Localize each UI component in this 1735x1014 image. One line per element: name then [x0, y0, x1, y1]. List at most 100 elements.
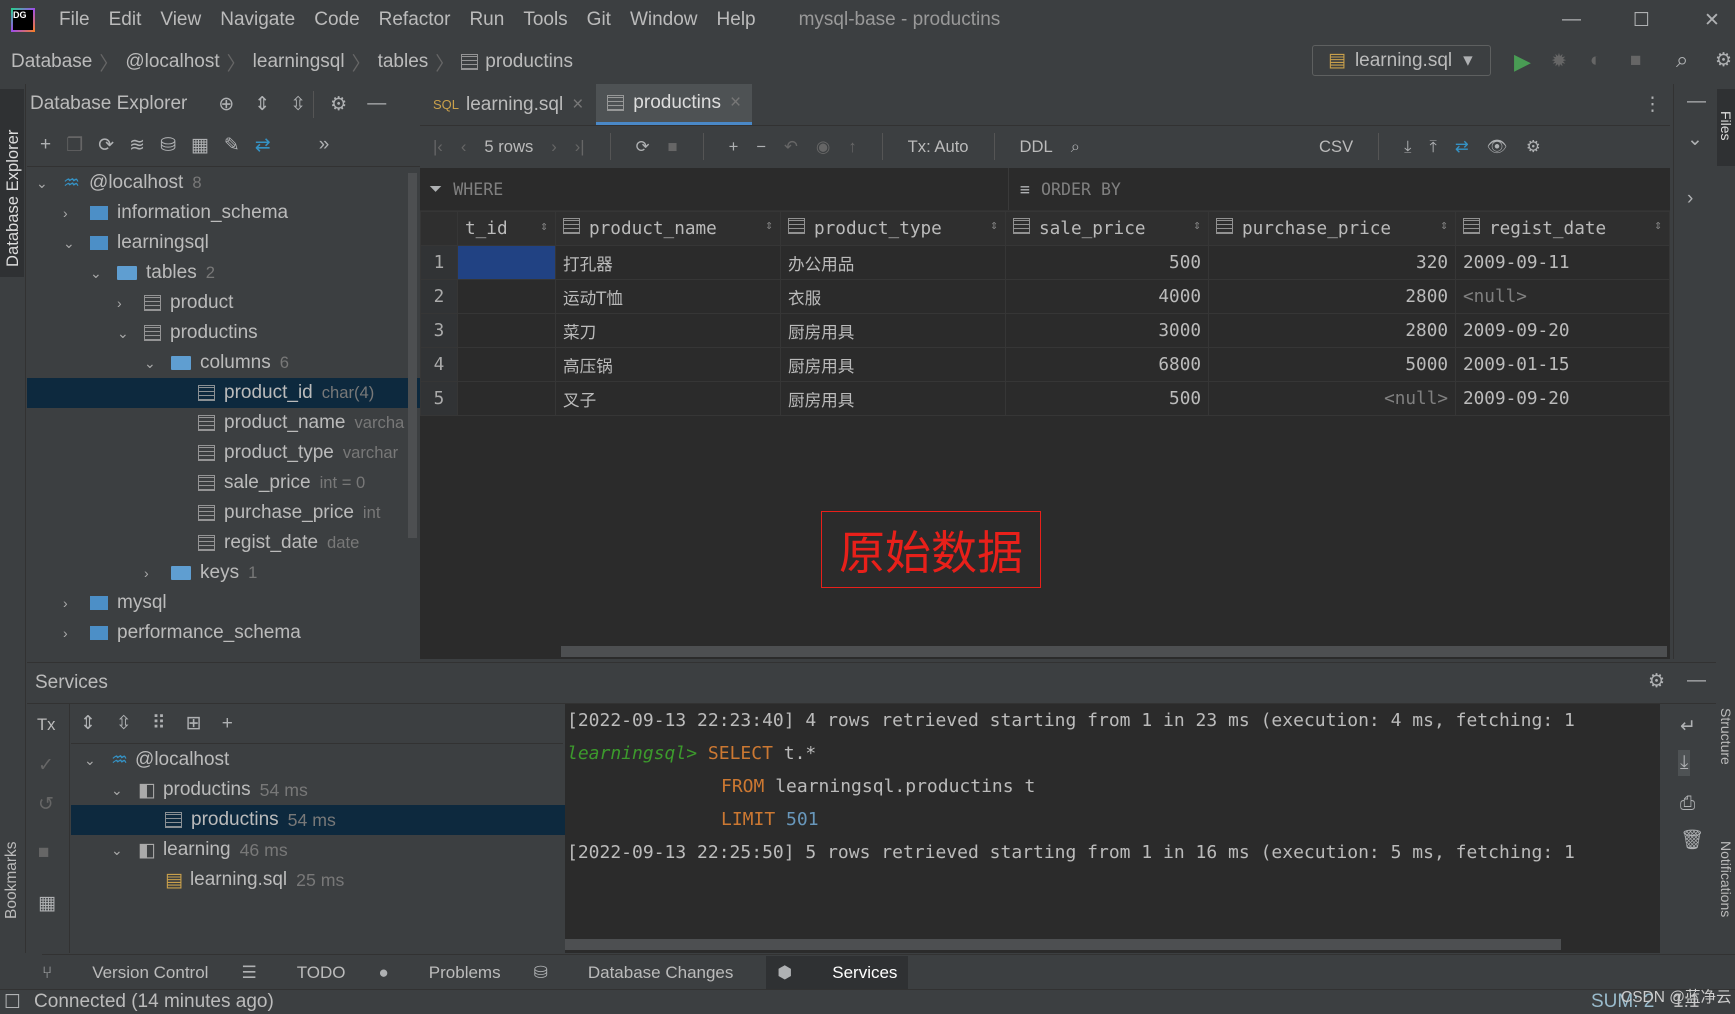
tree-node[interactable]: › information_schema [63, 198, 288, 228]
last-page-icon[interactable]: ›| [575, 137, 585, 157]
print-icon[interactable]: ⎙ [1680, 793, 1695, 815]
rollback-icon[interactable]: ↺ [38, 793, 54, 816]
tool-tab-database-changes[interactable]: ⛁ Database Changes [534, 963, 734, 983]
tree-node[interactable]: › performance_schema [63, 618, 301, 648]
data-source-properties-icon[interactable]: ≋ [129, 134, 145, 157]
search-icon[interactable]: ⌕ [1071, 137, 1080, 157]
chevron-down-icon[interactable]: ⌄ [117, 325, 135, 342]
column-header-t_id[interactable]: t_id ⇕ [457, 211, 556, 246]
tree-node[interactable]: ⌄ learningsql [63, 228, 209, 258]
table-cell[interactable] [457, 347, 556, 382]
menu-file[interactable]: File [59, 9, 90, 31]
add-row-icon[interactable]: + [729, 137, 739, 157]
ddl-button[interactable]: DDL [1020, 137, 1053, 157]
console-scrollbar[interactable] [565, 939, 1561, 950]
chevron-down-icon[interactable]: ⌄ [1687, 128, 1703, 151]
tree-node[interactable]: ⌄ columns 6 [144, 348, 289, 378]
toggle-tool-windows-icon[interactable]: ☐ [4, 991, 21, 1014]
table-cell[interactable] [457, 279, 556, 314]
tree-node[interactable]: product_name varcha [171, 408, 404, 438]
hide-icon[interactable]: — [367, 93, 386, 115]
table-cell[interactable]: 2009-09-11 [1455, 245, 1670, 280]
coverage-icon[interactable]: ◐ [1590, 50, 1601, 72]
table-row[interactable]: 1 打孔器 办公用品 500 320 2009-09-11 [420, 245, 1670, 280]
sort-icon[interactable]: ⇕ [1193, 218, 1201, 233]
submit-icon[interactable]: ↑ [848, 137, 856, 157]
more-options-icon[interactable]: ⋮ [1643, 93, 1662, 116]
table-cell[interactable]: 500 [1005, 381, 1209, 416]
gear-icon[interactable]: ⚙ [330, 93, 347, 116]
table-cell[interactable]: 厨房用具 [780, 313, 1006, 348]
edit-icon[interactable]: ✎ [224, 134, 240, 157]
explorer-scrollbar[interactable] [408, 173, 417, 538]
table-cell[interactable]: 厨房用具 [780, 347, 1006, 382]
minimize-icon[interactable]: — [1562, 9, 1581, 31]
table-row[interactable]: 2 运动T恤 衣服 4000 2800 <null> [420, 279, 1670, 314]
menu-navigate[interactable]: Navigate [220, 9, 295, 31]
settings-icon[interactable]: ⚙ [1715, 49, 1732, 72]
tool-tab-problems[interactable]: ● Problems [379, 963, 501, 983]
gear-icon[interactable]: ⚙ [1648, 670, 1665, 693]
duplicate-icon[interactable]: ❐ [66, 134, 83, 157]
table-cell[interactable]: <null> [1455, 279, 1670, 314]
notifications-stripe-button[interactable]: Notifications [1717, 830, 1735, 950]
tree-node[interactable]: › keys 1 [144, 558, 257, 588]
tab-productins[interactable]: productins × [596, 84, 753, 125]
service-node[interactable]: ⌄ ◧ productins 54 ms [71, 775, 443, 805]
tree-node[interactable]: ⌄ tables 2 [90, 258, 215, 288]
table-cell[interactable]: 高压锅 [555, 347, 781, 382]
service-node[interactable]: ▤ learning.sql 25 ms [71, 865, 470, 895]
stop-icon[interactable]: ■ [38, 842, 49, 864]
menu-help[interactable]: Help [717, 9, 756, 31]
soft-wrap-icon[interactable]: ↵ [1680, 715, 1696, 738]
import-icon[interactable]: ⤒ [1430, 137, 1437, 157]
chevron-right-icon[interactable]: › [117, 295, 135, 311]
sort-icon[interactable]: ⇕ [540, 219, 548, 234]
breadcrumb-item[interactable]: productins [485, 51, 573, 73]
tree-node[interactable]: product_type varchar [171, 438, 398, 468]
tx-mode-select[interactable]: Tx: Auto [908, 137, 969, 157]
collapse-all-icon[interactable]: ⇳ [290, 93, 306, 116]
table-cell[interactable]: 菜刀 [555, 313, 781, 348]
group-icon[interactable]: ⠿ [152, 712, 166, 735]
bookmarks-stripe-button[interactable]: Bookmarks [0, 819, 24, 941]
revert-icon[interactable]: ↶ [784, 137, 798, 157]
table-cell[interactable]: 2800 [1208, 279, 1456, 314]
refresh-icon[interactable]: ⟳ [98, 134, 114, 157]
table-cell[interactable]: 2009-09-20 [1455, 381, 1670, 416]
stop-icon[interactable]: ■ [1630, 50, 1641, 72]
table-cell[interactable] [457, 313, 556, 348]
preview-pending-icon[interactable]: ◉ [816, 137, 830, 157]
chevron-down-icon[interactable]: ⌄ [90, 265, 108, 282]
chevron-down-icon[interactable]: ⌄ [36, 175, 54, 192]
table-row[interactable]: 3 菜刀 厨房用具 3000 2800 2009-09-20 [420, 313, 1670, 348]
delete-row-icon[interactable]: − [756, 137, 766, 157]
new-service-icon[interactable]: ⊞ [186, 712, 202, 735]
chevron-right-icon[interactable]: › [63, 595, 81, 611]
service-node[interactable]: ⌄ ◧ learning 46 ms [71, 835, 443, 865]
run-config-select[interactable]: ▤ learning.sql ▾ [1312, 45, 1491, 76]
commit-icon[interactable]: ✓ [38, 754, 54, 777]
breadcrumb-item[interactable]: @localhost [125, 51, 219, 73]
horizontal-scrollbar[interactable] [561, 646, 1667, 657]
database-explorer-stripe-button[interactable]: Database Explorer [0, 89, 24, 277]
table-cell[interactable] [457, 245, 556, 280]
expand-all-icon[interactable]: ⇕ [254, 93, 270, 116]
tx-button[interactable]: Tx [37, 715, 55, 735]
table-row[interactable]: 5 叉子 厨房用具 500 <null> 2009-09-20 [420, 381, 1670, 416]
menu-code[interactable]: Code [314, 9, 359, 31]
chevron-down-icon[interactable]: ⌄ [63, 235, 81, 252]
maximize-icon[interactable]: ☐ [1633, 9, 1650, 32]
sort-icon[interactable]: ⇕ [1654, 218, 1662, 233]
structure-stripe-button[interactable]: Structure [1717, 697, 1735, 797]
column-header-purchase_price[interactable]: purchase_price ⇕ [1208, 211, 1456, 246]
table-cell[interactable]: 3000 [1005, 313, 1209, 348]
sort-icon[interactable]: ⇕ [990, 218, 998, 233]
table-cell[interactable]: 2009-09-20 [1455, 313, 1670, 348]
export-icon[interactable]: ⤓ [1404, 137, 1411, 157]
chevron-right-icon[interactable]: › [63, 625, 81, 641]
page-size-select[interactable]: 5 rows [484, 137, 533, 157]
trash-icon[interactable]: 🗑 [1680, 828, 1704, 852]
hide-icon[interactable]: — [1687, 91, 1706, 113]
table-cell[interactable]: <null> [1208, 381, 1456, 416]
